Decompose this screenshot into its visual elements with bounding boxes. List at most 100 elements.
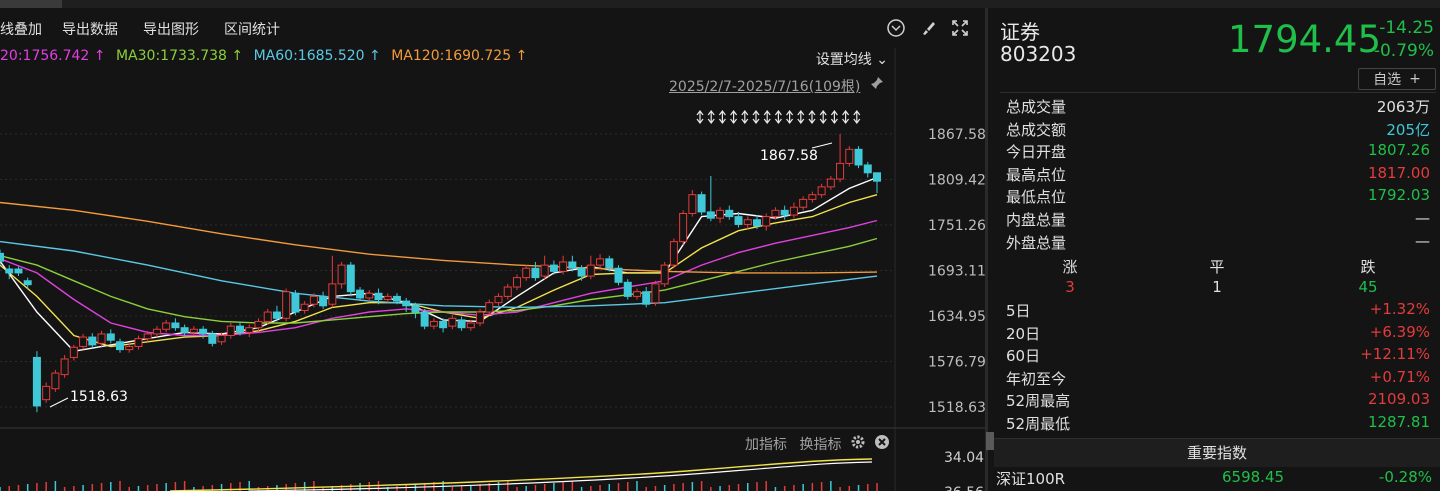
- candle-body: [383, 295, 392, 301]
- brush-icon[interactable]: [917, 17, 939, 39]
- set-ma-button[interactable]: 设置均线 ⌄: [816, 49, 888, 69]
- fullscreen-icon[interactable]: [949, 17, 971, 39]
- low-arrow: [49, 397, 69, 408]
- stat-row: 内盘总量 —: [1006, 209, 1430, 231]
- candle-body: [411, 305, 420, 313]
- last-price: 1794.45: [1228, 18, 1382, 61]
- export-data-button[interactable]: 导出数据: [62, 19, 118, 39]
- candle-body: [245, 327, 254, 333]
- candle-body: [642, 291, 651, 305]
- stat-row: 今日开盘 1807.26: [1006, 141, 1430, 163]
- signal-arrow: [830, 110, 838, 124]
- period-value: +12.11%: [1360, 345, 1430, 364]
- candle-body: [706, 211, 715, 219]
- stat-label: 内盘总量: [1006, 211, 1067, 229]
- low-annotation: 1518.63: [70, 389, 128, 405]
- candle-body: [42, 385, 51, 401]
- stat-row: 外盘总量 —: [1006, 232, 1430, 254]
- close-circle-icon[interactable]: [874, 434, 890, 450]
- price-axis-label: 1518.63: [928, 400, 985, 416]
- stat-value: 1807.26: [1367, 141, 1430, 160]
- candle-body: [873, 172, 881, 182]
- period-row: 年初至今 +0.71%: [1006, 368, 1430, 390]
- add-watchlist-button[interactable]: 自选 +: [1358, 68, 1436, 90]
- candle-body: [374, 292, 383, 301]
- period-value: 1287.81: [1367, 413, 1430, 431]
- signal-arrow: [808, 110, 816, 124]
- candle-body: [863, 164, 872, 174]
- candle-body: [632, 291, 641, 297]
- candle-body: [771, 209, 780, 218]
- index-row[interactable]: 深证100R 6598.45 -0.28%: [994, 468, 1440, 490]
- candle-body: [679, 212, 688, 243]
- stat-label: 外盘总量: [1006, 233, 1067, 252]
- candle-body: [716, 209, 725, 219]
- up-count: 3: [1065, 278, 1075, 296]
- candle-body: [669, 241, 678, 266]
- gear-icon[interactable]: [850, 434, 866, 450]
- signal-arrow: [696, 110, 704, 124]
- date-range-link[interactable]: 2025/2/7-2025/7/16(109根): [669, 76, 860, 96]
- candle-body: [125, 345, 134, 351]
- candle-body: [392, 295, 401, 302]
- quote-separator: [1000, 92, 1436, 93]
- sub-chart-icons: [850, 434, 890, 450]
- sub-axis-top: 34.04: [944, 450, 984, 466]
- overlay-button[interactable]: 线叠加: [0, 19, 42, 39]
- pin-icon[interactable]: [870, 76, 884, 90]
- candle-body: [346, 264, 355, 293]
- candle-body: [180, 327, 189, 333]
- candle-body: [143, 333, 152, 340]
- period-row: 52周最高 2109.03: [1006, 390, 1430, 412]
- sub-chart-header: 加指标 换指标: [745, 434, 849, 454]
- candle-body: [5, 268, 14, 274]
- window-tab[interactable]: [0, 0, 62, 8]
- candle-body: [0, 252, 4, 262]
- candle-body: [485, 302, 494, 313]
- ma30-value: MA30:1733.738 ↑: [115, 48, 244, 64]
- candle-body: [826, 178, 835, 188]
- export-chart-button[interactable]: 导出图形: [143, 19, 199, 39]
- candle-body: [512, 277, 521, 288]
- candle-body: [596, 258, 605, 266]
- candle-body: [845, 148, 854, 164]
- chevron-down-circle-icon[interactable]: [885, 17, 907, 39]
- interval-stats-button[interactable]: 区间统计: [224, 19, 280, 39]
- plus-icon: +: [1409, 71, 1421, 87]
- candle-body: [688, 194, 697, 214]
- chart-panel: 1867.58 1809.42 1751.26 1693.11 1634.95 1576.…: [0, 8, 985, 491]
- ma-line-ma5: [0, 176, 878, 352]
- candle-body: [836, 162, 845, 180]
- down-count: 45: [1358, 278, 1378, 296]
- add-indicator-button[interactable]: 加指标: [745, 437, 787, 453]
- stat-row: 最高点位 1817.00: [1006, 164, 1430, 186]
- signal-arrow: [774, 110, 782, 124]
- period-row: 20日 +6.39%: [1006, 323, 1430, 345]
- ma60-value: MA60:1685.520 ↑: [253, 48, 381, 64]
- switch-indicator-button[interactable]: 换指标: [799, 437, 841, 453]
- candle-body: [51, 372, 60, 390]
- scrollbar-handle[interactable]: [986, 432, 994, 450]
- candle-body: [725, 209, 734, 218]
- signal-arrow: [819, 110, 827, 124]
- candle-body: [208, 333, 217, 344]
- candle-body: [476, 311, 485, 324]
- candle-body: [88, 336, 97, 346]
- period-value: +6.39%: [1369, 322, 1430, 341]
- candle-body: [171, 322, 180, 329]
- candle-body: [808, 194, 817, 200]
- candle-body: [152, 328, 161, 335]
- security-name: 证券: [1000, 20, 1040, 44]
- candle-body: [14, 268, 23, 274]
- candle-body: [217, 335, 226, 343]
- stat-value: 205亿: [1386, 120, 1430, 139]
- candle-body: [577, 267, 586, 277]
- candle-body: [540, 264, 549, 277]
- candle-body: [799, 198, 808, 208]
- period-label: 60日: [1006, 347, 1041, 366]
- candle-body: [254, 320, 263, 329]
- candle-body: [402, 300, 411, 307]
- candle-body: [356, 289, 365, 299]
- panel-divider[interactable]: [985, 8, 988, 491]
- important-index-header[interactable]: 重要指数: [994, 438, 1440, 467]
